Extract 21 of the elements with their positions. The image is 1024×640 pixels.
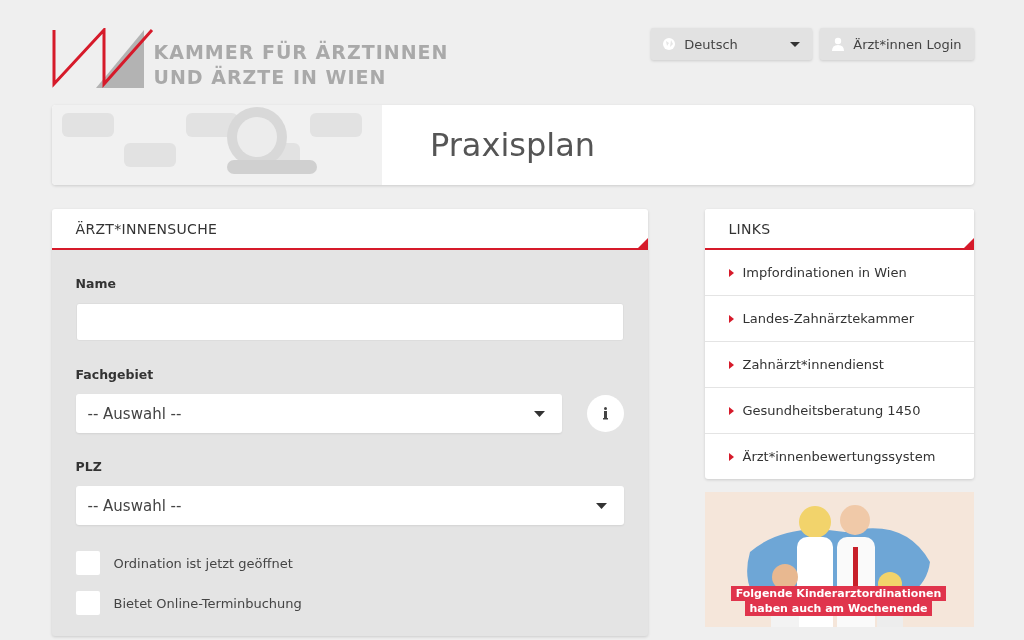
field-label: Name [75,276,117,291]
panel-title: LINKS [728,220,771,237]
panel-title: ÄRZT*INNENSUCHE [75,220,218,237]
checkbox-label: Bietet Online-Terminbuchung [113,595,302,611]
caption-text: haben auch am Wochenende [744,601,933,616]
link-item[interactable]: Landes-Zahnärztekammer [704,295,974,341]
field-label: Fachgebiet [75,367,155,382]
page-title: Praxisplan [429,126,596,164]
caption-text: Folgende Kinderarztordinationen [730,586,947,601]
link-item[interactable]: Ärzt*innenbewertungssystem [704,433,974,479]
logo-text: UND ÄRZTE IN WIEN [153,65,388,90]
link-item[interactable]: Gesundheitsberatung 1450 [704,387,974,433]
login-button[interactable]: Ärzt*innen Login [820,28,974,60]
link-item[interactable]: Zahnärzt*innendienst [704,341,974,387]
select-field[interactable]: -- Auswahl -- [75,486,624,525]
logo-text: KAMMER FÜR ÄRZTINNEN [153,40,449,65]
checkbox-label: Ordination ist jetzt geöffnet [113,555,293,571]
field-label: PLZ [75,459,103,474]
language-dropdown[interactable]: Deutsch [651,28,813,60]
select-field[interactable]: -- Auswahl -- [75,394,562,433]
link-item[interactable]: Impfordinationen in Wien [704,250,974,295]
